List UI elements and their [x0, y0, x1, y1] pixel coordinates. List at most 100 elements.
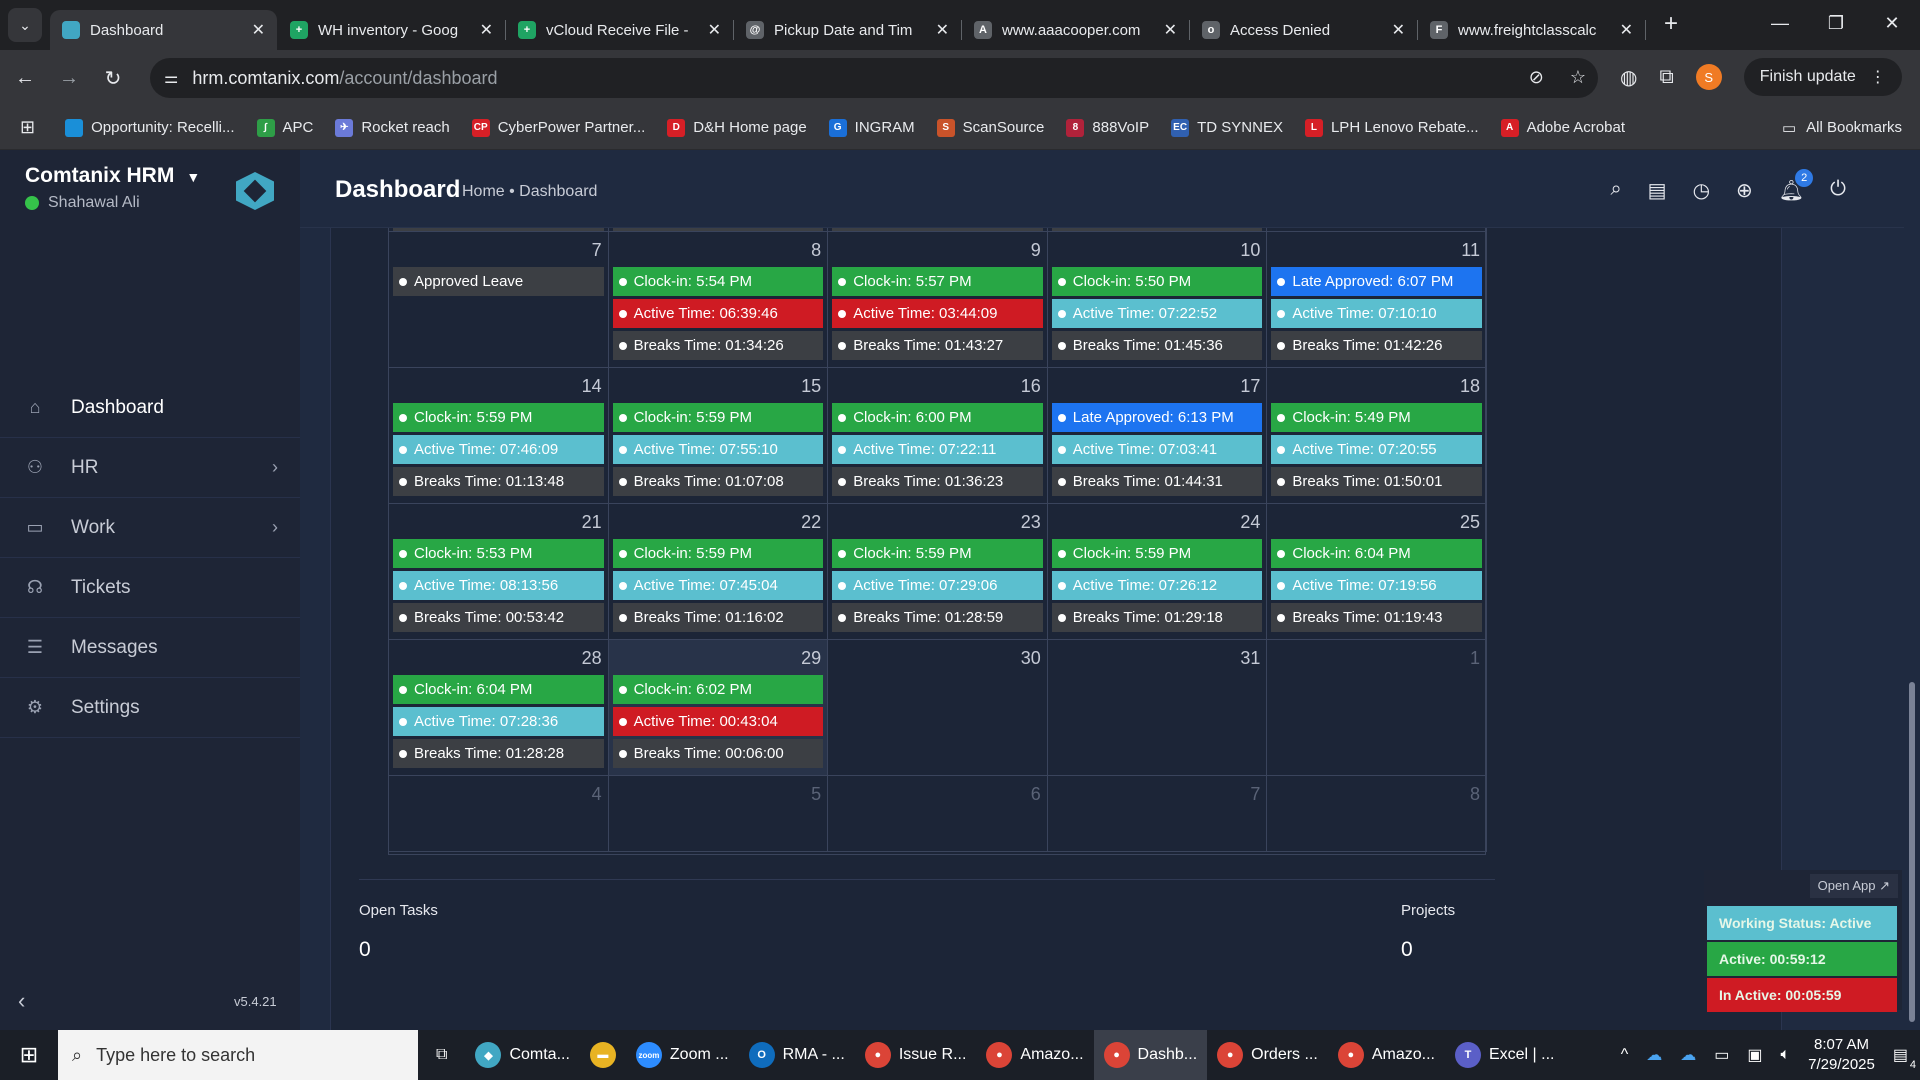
calendar-event[interactable]: Breaks Time: 01:34:26: [612, 331, 824, 360]
calendar-day[interactable]: 24 Clock-in: 5:59 PM Active Time: 07:26:12…: [1048, 504, 1268, 639]
calendar-event[interactable]: Active Time: 07:55:10: [612, 435, 824, 464]
calendar-day[interactable]: 7: [1048, 776, 1268, 851]
close-tab-icon[interactable]: ✕: [936, 20, 949, 40]
browser-tab[interactable]: + WH inventory - Goog ✕: [278, 10, 506, 50]
calendar-event[interactable]: Active Time: 08:13:56: [393, 571, 604, 600]
calendar-event[interactable]: Clock-in: 5:49 PM: [1271, 403, 1482, 432]
calendar-event[interactable]: Breaks Time: 01:36:23: [832, 467, 1043, 496]
breadcrumb[interactable]: Home • Dashboard: [462, 183, 597, 201]
calendar-event[interactable]: Late Approved: 6:07 PM: [1271, 267, 1482, 296]
calendar-event[interactable]: Clock-in: 5:59 PM: [612, 539, 824, 568]
calendar-event[interactable]: Clock-in: 6:02 PM: [612, 675, 824, 704]
calendar-event[interactable]: Active Time: 00:43:04: [612, 707, 824, 736]
tracking-off-icon[interactable]: ⊘: [1529, 67, 1544, 88]
sidebar-item-work[interactable]: ▭ Work ›: [0, 498, 300, 558]
taskbar-app[interactable]: T Excel | ...: [1445, 1030, 1565, 1080]
calendar-event[interactable]: Late Approved: 6:13 PM: [1051, 403, 1263, 432]
calendar-day[interactable]: [1267, 228, 1487, 231]
chevron-up-icon[interactable]: ^: [1621, 1046, 1629, 1064]
bookmark-item[interactable]: S ScanSource: [936, 118, 1044, 137]
back-icon[interactable]: ←: [6, 59, 44, 97]
taskbar-app[interactable]: ● Issue R...: [855, 1030, 977, 1080]
onedrive-business-icon[interactable]: ☁: [1680, 1045, 1696, 1065]
calendar-day[interactable]: 23 Clock-in: 5:59 PM Active Time: 07:29:06…: [828, 504, 1048, 639]
windows-start-icon[interactable]: ⊞: [0, 1042, 58, 1068]
taskbar-app[interactable]: ● Dashb...: [1093, 1030, 1208, 1080]
calendar-event[interactable]: Breaks Time: 01:43:27: [832, 331, 1043, 360]
taskbar-app[interactable]: ▬: [580, 1030, 626, 1080]
star-icon[interactable]: ☆: [1570, 67, 1586, 88]
close-tab-icon[interactable]: ✕: [1164, 20, 1177, 40]
add-circle-icon[interactable]: ⊕: [1736, 178, 1753, 203]
taskbar-app[interactable]: ● Orders ...: [1207, 1030, 1328, 1080]
restore-icon[interactable]: ❐: [1808, 0, 1864, 46]
calendar-day[interactable]: 7 Approved Leave: [389, 232, 609, 367]
taskbar-app[interactable]: zoom Zoom ...: [626, 1030, 739, 1080]
translate-icon[interactable]: ◍: [1620, 65, 1637, 90]
close-tab-icon[interactable]: ✕: [480, 20, 493, 40]
calendar-event[interactable]: Breaks Time: 01:42:26: [1271, 331, 1482, 360]
calendar-event[interactable]: Clock-in: 5:59 PM: [612, 403, 824, 432]
calendar-event[interactable]: Clock-in: 6:04 PM: [393, 675, 604, 704]
calendar-day[interactable]: 21 Clock-in: 5:53 PM Active Time: 08:13:56…: [389, 504, 609, 639]
power-icon[interactable]: ⏻: [1830, 178, 1846, 203]
site-info-icon[interactable]: ⚌: [164, 68, 178, 88]
taskbar-clock[interactable]: 8:07 AM 7/29/2025: [1808, 1035, 1875, 1075]
browser-tab[interactable]: @ Pickup Date and Tim ✕: [734, 10, 962, 50]
calendar-event[interactable]: Clock-in: 5:59 PM: [393, 403, 604, 432]
calendar-event[interactable]: Active Time: 07:45:04: [612, 571, 824, 600]
close-tab-icon[interactable]: ✕: [252, 20, 265, 40]
bookmark-item[interactable]: ∫ APC: [256, 118, 313, 137]
browser-tab[interactable]: Awww.aaacooper.com ✕: [962, 10, 1190, 50]
calendar-day[interactable]: Breaks Time: 00:49:36: [609, 228, 829, 231]
bookmark-item[interactable]: D D&H Home page: [667, 118, 807, 137]
page-scrollbar[interactable]: [1904, 150, 1920, 1030]
bookmark-item[interactable]: Opportunity: Recelli...: [65, 118, 235, 137]
calendar-day[interactable]: 11 Late Approved: 6:07 PM Active Time: 07:…: [1267, 232, 1487, 367]
browser-tab[interactable]: Dashboard ✕: [50, 10, 277, 50]
calendar-event[interactable]: Active Time: 07:29:06: [832, 571, 1043, 600]
minimize-icon[interactable]: —: [1752, 0, 1808, 46]
calendar-event[interactable]: Breaks Time: 00:53:42: [393, 603, 604, 632]
calendar-day[interactable]: 15 Clock-in: 5:59 PM Active Time: 07:55:10…: [609, 368, 829, 503]
calendar-day[interactable]: 29 Clock-in: 6:02 PM Active Time: 00:43:04…: [608, 640, 829, 775]
close-tab-icon[interactable]: ✕: [1392, 20, 1405, 40]
calendar-event[interactable]: Breaks Time: 01:50:01: [1271, 467, 1482, 496]
calendar-day[interactable]: 16 Clock-in: 6:00 PM Active Time: 07:22:11…: [828, 368, 1048, 503]
sidebar-item-dashboard[interactable]: ⌂ Dashboard: [0, 378, 300, 438]
calendar-event[interactable]: Breaks Time: 01:44:31: [1051, 467, 1263, 496]
url-text[interactable]: hrm.comtanix.com/account/dashboard: [192, 68, 497, 89]
tab-search-button[interactable]: ⌄: [8, 8, 42, 42]
bookmark-item[interactable]: A Adobe Acrobat: [1500, 118, 1625, 137]
calendar-day[interactable]: Breaks Time: 00:47:03: [1048, 228, 1268, 231]
taskbar-app[interactable]: ● Amazo...: [1328, 1030, 1445, 1080]
calendar-event[interactable]: Clock-in: 6:04 PM: [1271, 539, 1482, 568]
calendar-event[interactable]: Breaks Time: 01:28:28: [393, 739, 604, 768]
extensions-icon[interactable]: ⧉: [1659, 66, 1673, 89]
calendar-day[interactable]: Breaks Time: 00:52:07: [389, 228, 609, 231]
sidebar-item-tickets[interactable]: ☊ Tickets: [0, 558, 300, 618]
new-tab-button[interactable]: +: [1664, 10, 1678, 38]
calendar-day[interactable]: Breaks Time: 00:50:57: [828, 228, 1048, 231]
calendar-event[interactable]: Active Time: 07:10:10: [1271, 299, 1482, 328]
volume-icon[interactable]: 🔈︎: [1781, 1046, 1791, 1064]
calendar-event[interactable]: Breaks Time: 01:07:08: [612, 467, 824, 496]
calendar-day[interactable]: 30: [828, 640, 1048, 775]
onedrive-icon[interactable]: ☁: [1646, 1045, 1662, 1065]
brand-switcher[interactable]: Comtanix HRM ▼: [25, 164, 200, 188]
taskbar-search[interactable]: ⌕ Type here to search: [58, 1030, 418, 1080]
bookmark-item[interactable]: EC TD SYNNEX: [1171, 118, 1283, 137]
close-tab-icon[interactable]: ✕: [1620, 20, 1633, 40]
open-app-button[interactable]: Open App ↗: [1809, 874, 1898, 898]
calendar-day[interactable]: 22 Clock-in: 5:59 PM Active Time: 07:45:04…: [609, 504, 829, 639]
calendar-day[interactable]: 17 Late Approved: 6:13 PM Active Time: 07:…: [1048, 368, 1268, 503]
calendar-event[interactable]: Clock-in: 5:59 PM: [832, 539, 1043, 568]
calendar-event[interactable]: Breaks Time: 00:06:00: [612, 739, 824, 768]
close-window-icon[interactable]: ✕: [1864, 0, 1920, 46]
sidebar-item-messages[interactable]: ☰ Messages: [0, 618, 300, 678]
bookmark-item[interactable]: L LPH Lenovo Rebate...: [1304, 118, 1479, 137]
notes-icon[interactable]: ▤: [1648, 178, 1667, 203]
calendar-day[interactable]: 8 Clock-in: 5:54 PM Active Time: 06:39:46 B…: [609, 232, 829, 367]
calendar-event[interactable]: Breaks Time: 01:16:02: [612, 603, 824, 632]
calendar-day[interactable]: 14 Clock-in: 5:59 PM Active Time: 07:46:09…: [389, 368, 609, 503]
